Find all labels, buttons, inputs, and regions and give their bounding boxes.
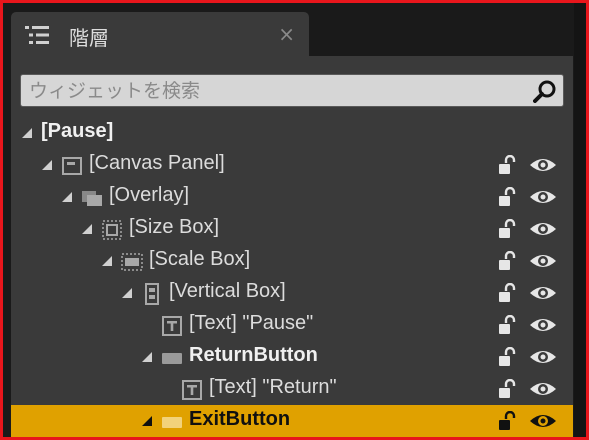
hierarchy-panel: [Pause] [Canvas Panel] [Overlay] [Size Box]… — [11, 56, 573, 437]
search-box — [20, 74, 564, 107]
visibility-eye-icon[interactable] — [529, 220, 557, 238]
search-input[interactable] — [29, 77, 519, 105]
hierarchy-window: 階層 × [Pause] [Canvas Panel] [Overlay] [Size… — [0, 0, 589, 440]
expand-arrow-icon[interactable] — [81, 222, 93, 234]
visibility-eye-icon[interactable] — [529, 188, 557, 206]
tree-item-label: [Text] "Pause" — [189, 312, 314, 334]
unlock-icon[interactable] — [497, 186, 517, 207]
visibility-eye-icon[interactable] — [529, 316, 557, 334]
tree-row[interactable]: [Scale Box] — [11, 245, 573, 277]
unlock-icon[interactable] — [497, 346, 517, 367]
button-icon — [161, 411, 183, 433]
expand-arrow-icon[interactable] — [21, 126, 33, 138]
tree-row[interactable]: [Canvas Panel] — [11, 149, 573, 181]
canvas-panel-icon — [61, 155, 83, 177]
hierarchy-list-icon — [25, 25, 51, 45]
visibility-eye-icon[interactable] — [529, 380, 557, 398]
expand-arrow-icon[interactable] — [101, 254, 113, 266]
tree-item-label: [Canvas Panel] — [89, 152, 225, 174]
expand-arrow-icon[interactable] — [121, 286, 133, 298]
tree-row[interactable]: [Vertical Box] — [11, 277, 573, 309]
scale-box-icon — [121, 251, 143, 273]
tree-item-label: [Size Box] — [129, 216, 220, 238]
tree-row[interactable]: [Overlay] — [11, 181, 573, 213]
size-box-icon — [101, 219, 123, 241]
close-tab-button[interactable]: × — [278, 22, 295, 46]
tab-hierarchy[interactable]: 階層 × — [11, 12, 309, 56]
tree-row[interactable]: ExitButton — [11, 405, 573, 437]
tree-row[interactable]: [Text] "Return" — [11, 373, 573, 405]
tree-item-label: [Vertical Box] — [169, 280, 286, 302]
unlock-icon[interactable] — [497, 154, 517, 175]
unlock-icon[interactable] — [497, 410, 517, 431]
tree-item-label: ExitButton — [189, 408, 291, 430]
visibility-eye-icon[interactable] — [529, 156, 557, 174]
tree-item-label: [Scale Box] — [149, 248, 251, 270]
unlock-icon[interactable] — [497, 378, 517, 399]
unlock-icon[interactable] — [497, 250, 517, 271]
tree-item-label: [Overlay] — [109, 184, 190, 206]
tree-row[interactable]: ReturnButton — [11, 341, 573, 373]
expand-arrow-icon[interactable] — [141, 414, 153, 426]
unlock-icon[interactable] — [497, 282, 517, 303]
tree-item-label: ReturnButton — [189, 344, 318, 366]
visibility-eye-icon[interactable] — [529, 284, 557, 302]
expand-arrow-icon[interactable] — [41, 158, 53, 170]
search-icon[interactable] — [533, 79, 557, 103]
button-icon — [161, 347, 183, 369]
tree-row[interactable]: [Pause] — [11, 117, 573, 149]
tree-row[interactable]: [Text] "Pause" — [11, 309, 573, 341]
tab-title: 階層 — [69, 26, 109, 50]
tree-item-label: [Text] "Return" — [209, 376, 337, 398]
expand-arrow-icon[interactable] — [141, 350, 153, 362]
right-edge — [574, 3, 586, 437]
visibility-eye-icon[interactable] — [529, 252, 557, 270]
unlock-icon[interactable] — [497, 218, 517, 239]
vertical-box-icon — [141, 283, 163, 305]
visibility-eye-icon[interactable] — [529, 412, 557, 430]
expand-arrow-icon[interactable] — [61, 190, 73, 202]
text-icon — [181, 379, 203, 401]
text-icon — [161, 315, 183, 337]
unlock-icon[interactable] — [497, 314, 517, 335]
overlay-icon — [81, 187, 103, 209]
tree-item-label: [Pause] — [41, 120, 114, 142]
visibility-eye-icon[interactable] — [529, 348, 557, 366]
tree-row[interactable]: [Size Box] — [11, 213, 573, 245]
